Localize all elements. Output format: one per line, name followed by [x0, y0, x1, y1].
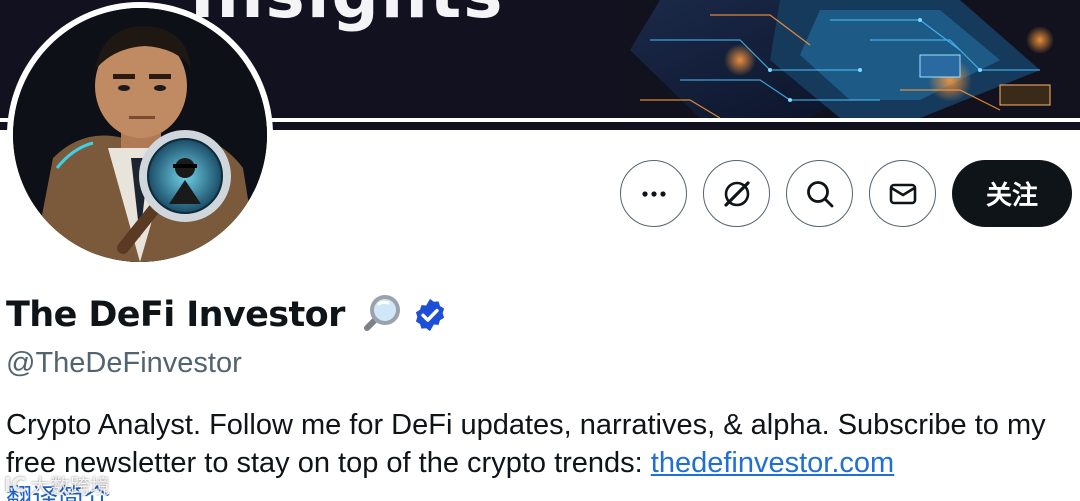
watermark-text: 大数跨境 [30, 474, 111, 498]
search-button[interactable] [786, 160, 853, 227]
avatar[interactable] [7, 2, 273, 268]
verified-badge-icon[interactable] [411, 296, 449, 334]
bio-link[interactable]: thedefinvestor.com [651, 447, 894, 479]
banner-circuit-art [620, 0, 1080, 118]
more-icon [641, 190, 666, 197]
profile-bio: Crypto Analyst. Follow me for DeFi updat… [6, 406, 1072, 482]
message-button[interactable] [869, 160, 936, 227]
watermark: IC 大数跨境 [4, 470, 110, 499]
avatar-detective-illustration [13, 8, 267, 262]
user-handle: @TheDeFinvestor [6, 347, 242, 379]
watermark-logo: IC [4, 472, 27, 497]
profile-actions: 关注 [620, 160, 1072, 227]
search-icon [806, 180, 833, 207]
display-name: The DeFi Investor [6, 295, 345, 335]
more-button[interactable] [620, 160, 687, 227]
grok-button[interactable] [703, 160, 770, 227]
profile-page: Insights [0, 0, 1080, 501]
follow-button[interactable]: 关注 [952, 160, 1072, 227]
magnifying-glass-emoji-icon [357, 292, 403, 338]
banner-title: Insights [190, 0, 505, 33]
profile-name-row: The DeFi Investor [6, 292, 449, 338]
envelope-icon [889, 183, 916, 204]
grok-icon [723, 180, 750, 207]
